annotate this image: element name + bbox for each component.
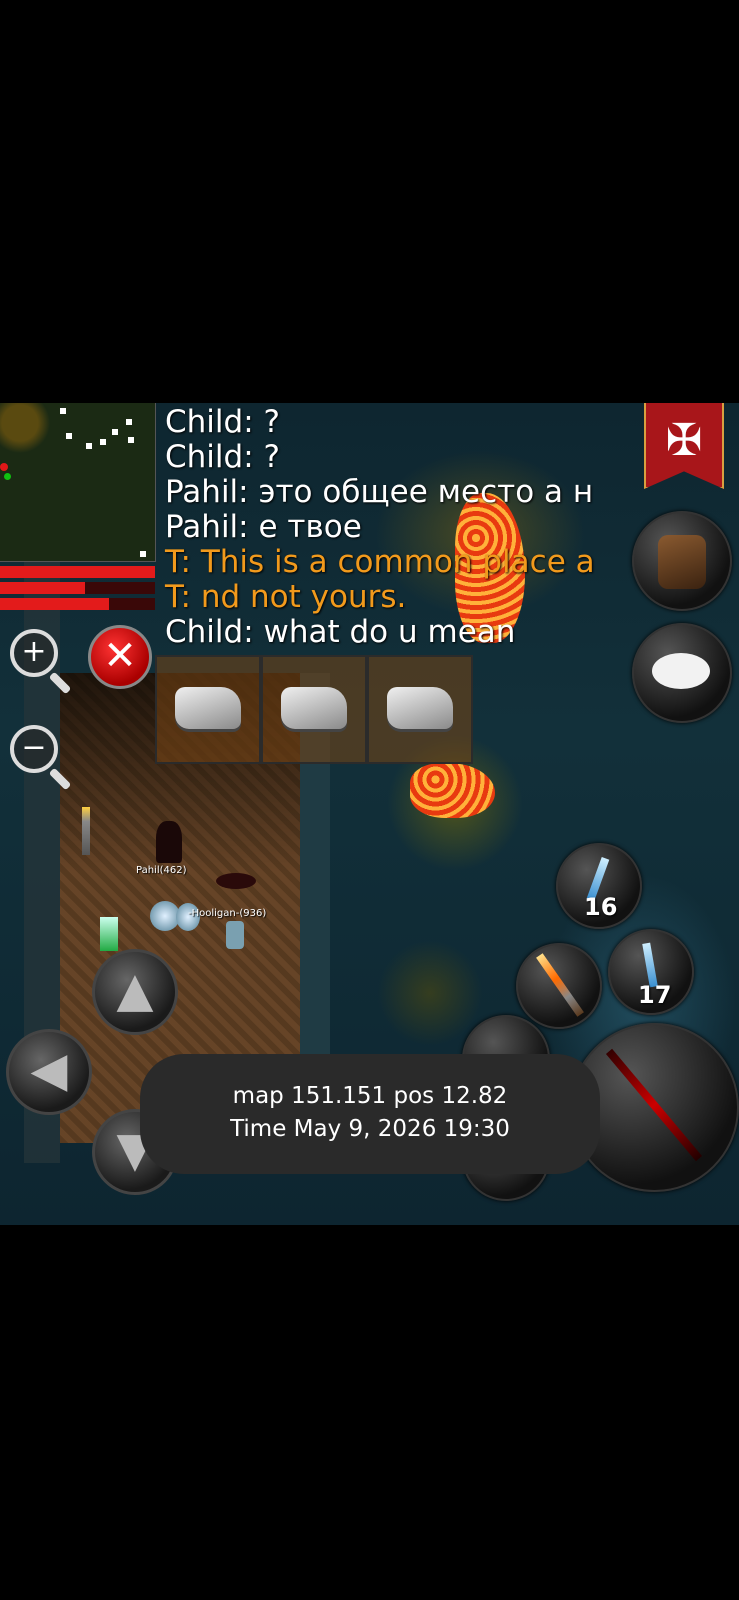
minimap-marker [128, 437, 134, 443]
stone-icon [175, 687, 241, 729]
torch-icon [82, 807, 90, 855]
minimap-marker [100, 439, 106, 445]
flaming-sword-icon [536, 953, 584, 1017]
minimap-marker [112, 429, 118, 435]
guild-banner-button[interactable]: ✠ [644, 403, 724, 489]
weapon-skill-button[interactable] [516, 943, 602, 1029]
skill-slot-2[interactable]: 17 [608, 929, 694, 1015]
backpack-icon [658, 535, 706, 589]
speech-bubble-icon [652, 653, 710, 689]
chat-log: Child: ? Child: ? Pahil: это общее место… [165, 405, 595, 650]
chat-button[interactable] [632, 623, 732, 723]
mana-bar-fill [0, 582, 86, 594]
chat-line-translation: T: nd not yours. [165, 579, 407, 615]
zoom-in-icon: + [10, 629, 58, 677]
inventory-slot[interactable] [155, 655, 261, 764]
skill-count: 17 [638, 981, 672, 1009]
mana-bar [0, 582, 155, 594]
minimap-marker [126, 419, 132, 425]
stone-icon [387, 687, 453, 729]
move-up-button[interactable]: ▲ [92, 949, 178, 1035]
close-button[interactable]: ✕ [88, 625, 152, 689]
zoom-out-button[interactable]: − [10, 725, 72, 791]
inventory-slot[interactable] [261, 655, 367, 764]
chat-line: Child: ? [165, 404, 280, 440]
minimap[interactable] [0, 403, 156, 562]
zoom-in-button[interactable]: + [10, 629, 72, 695]
guild-emblem-icon: ✠ [665, 415, 703, 466]
skill-slot-1[interactable]: 16 [556, 843, 642, 929]
status-bars [0, 566, 155, 614]
stamina-bar [0, 598, 155, 610]
chat-line: Pahil: это общее место а н [165, 474, 594, 510]
minimap-marker [66, 433, 72, 439]
player-name-hooligan: -Hooligan-(936) [188, 908, 267, 919]
chat-line: Child: what do u mean [165, 614, 516, 650]
chat-line: Child: ? [165, 439, 280, 475]
move-left-button[interactable]: ◀ [6, 1029, 92, 1115]
minimap-enemy-dot [0, 463, 8, 471]
toast-time: Time May 9, 2026 19:30 [230, 1116, 510, 1142]
minimap-ally-dot [4, 473, 11, 480]
minimap-marker [60, 408, 66, 414]
corpse-sprite [216, 873, 256, 889]
health-bar [0, 566, 155, 578]
lava-pool [410, 763, 495, 818]
backpack-button[interactable] [632, 511, 732, 611]
player-name-pahil: Pahil(462) [136, 865, 187, 876]
chat-line-translation: T: This is a common place a [165, 544, 595, 580]
minimap-marker [140, 551, 146, 557]
dark-sword-icon [605, 1048, 703, 1162]
location-toast: map 151.151 pos 12.82 Time May 9, 2026 1… [140, 1054, 600, 1174]
chat-line: Pahil: е твое [165, 509, 362, 545]
skill-count: 16 [584, 893, 618, 921]
toast-map-pos: map 151.151 pos 12.82 [232, 1083, 508, 1109]
stamina-bar-fill [0, 598, 109, 610]
health-bar-fill [0, 566, 155, 578]
stone-icon [281, 687, 347, 729]
inventory-slot[interactable] [367, 655, 473, 764]
zoom-out-icon: − [10, 725, 58, 773]
player-sprite-hooligan[interactable] [226, 921, 244, 949]
npc-sprite[interactable] [100, 917, 118, 951]
player-sprite-pahil[interactable] [156, 821, 182, 863]
minimap-marker [86, 443, 92, 449]
